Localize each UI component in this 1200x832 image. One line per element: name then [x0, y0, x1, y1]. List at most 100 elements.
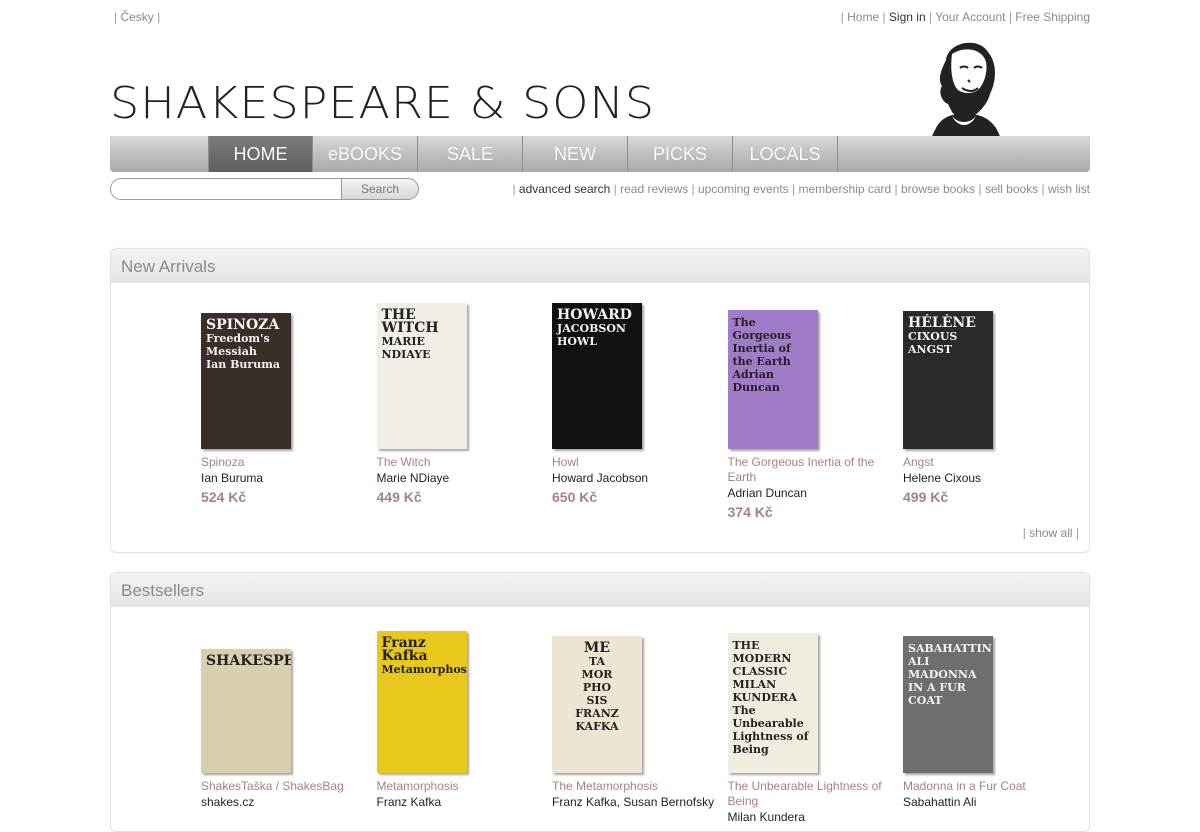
book-cover-image[interactable]: Franz KafkaMetamorphosis [376, 631, 467, 773]
cover-line: MARIE NDIAYE [381, 335, 431, 361]
cover-text: SABAHATTIN ALI MADONNA IN A FUR COAT [903, 636, 993, 713]
cover-line: Franz Kafka [381, 635, 428, 664]
read-reviews-link[interactable]: read reviews [620, 182, 688, 196]
book-item: SABAHATTIN ALI MADONNA IN A FUR COAT Madon… [903, 625, 1079, 825]
cover-slot: Franz KafkaMetamorphosis [376, 625, 553, 773]
language-link[interactable]: Česky [120, 10, 153, 24]
show-all-link[interactable]: show all [1029, 526, 1072, 540]
book-cover-image[interactable]: SABAHATTIN ALI MADONNA IN A FUR COAT [903, 636, 993, 773]
cover-slot: HÉLÈNE CIXOUS ANGST [903, 301, 1079, 449]
cover-line: TA [588, 655, 606, 668]
cover-line: SPINOZA [206, 317, 280, 333]
nav-ebooks[interactable]: eBOOKS [313, 136, 418, 172]
book-cover-image[interactable]: SPINOZA Freedom's Messiah Ian Buruma [201, 313, 291, 449]
book-author: Milan Kundera [727, 810, 805, 824]
book-author: Howard Jacobson [552, 471, 649, 485]
cover-line: The Unbearable [732, 704, 804, 730]
site-logo-text[interactable]: SHAKESPEARE & SONS [110, 81, 655, 125]
book-item: ME TA MOR PHO SIS FRANZ KAFKA The Metamorphosi… [552, 625, 728, 825]
free-shipping-link[interactable]: Free Shipping [1015, 10, 1090, 24]
new-arrivals-heading: New Arrivals [111, 249, 1089, 283]
advanced-search-link[interactable]: advanced search [519, 182, 610, 196]
show-all-bar: | show all | [1023, 526, 1079, 540]
nav-picks[interactable]: PICKS [628, 136, 733, 172]
sign-in-link[interactable]: Sign in [889, 10, 926, 24]
cover-text: ME TA MOR PHO SIS FRANZ KAFKA [552, 636, 642, 739]
book-item: THE WITCH MARIE NDIAYE The Witch Marie NDia… [376, 301, 553, 520]
book-author: Marie NDiaye [376, 471, 450, 485]
book-item: THE MODERN CLASSIC MILAN KUNDERA The Unbear… [727, 625, 904, 825]
search-button[interactable]: Search [341, 178, 419, 200]
cover-line: ANGST [908, 343, 953, 356]
cover-slot: THE MODERN CLASSIC MILAN KUNDERA The Unbear… [727, 625, 904, 773]
cover-line: FRANZ KAFKA [575, 707, 619, 733]
upcoming-events-link[interactable]: upcoming events [698, 182, 789, 196]
cover-line: THE WITCH [381, 307, 439, 336]
cover-line: JACOBSON [557, 322, 626, 335]
separator: | [925, 10, 936, 24]
book-title-link[interactable]: The Witch [377, 455, 553, 470]
bestsellers-list: SHAKESPEARE ShakesTaška / ShakesBagshakes… [201, 625, 1079, 825]
book-cover-image[interactable]: THE MODERN CLASSIC MILAN KUNDERA The Unbear… [727, 633, 818, 773]
nav-locals[interactable]: LOCALS [733, 136, 838, 172]
book-title-link[interactable]: The Metamorphosis [552, 779, 728, 794]
browse-books-link[interactable]: browse books [901, 182, 975, 196]
nav-new[interactable]: NEW [523, 136, 628, 172]
your-account-link[interactable]: Your Account [935, 10, 1005, 24]
book-title-link[interactable]: Spinoza [201, 455, 377, 470]
cover-text: HOWARD JACOBSON HOWL [552, 303, 642, 354]
separator: | [975, 182, 985, 196]
cover-slot: SHAKESPEARE [201, 625, 377, 773]
cover-line: HOWARD [557, 307, 632, 323]
book-title-link[interactable]: ShakesTaška / ShakesBag [201, 779, 377, 794]
nav-sale[interactable]: SALE [418, 136, 523, 172]
sell-books-link[interactable]: sell books [985, 182, 1038, 196]
book-cover-image[interactable]: HÉLÈNE CIXOUS ANGST [903, 311, 993, 449]
cover-text: THE MODERN CLASSIC MILAN KUNDERA The Unbear… [728, 633, 818, 762]
cover-text: SHAKESPEARE [201, 649, 291, 674]
main-navigation: HOME eBOOKS SALE NEW PICKS LOCALS [110, 136, 1090, 172]
book-author: shakes.cz [201, 795, 255, 809]
cover-line: Being [732, 743, 769, 756]
membership-card-link[interactable]: membership card [798, 182, 891, 196]
cover-line: ME [583, 640, 611, 656]
book-item: HOWARD JACOBSON HOWL Howl Howard Jacobson 650… [552, 301, 728, 520]
home-link[interactable]: Home [847, 10, 879, 24]
cover-line: SHAKESPEARE [206, 653, 291, 669]
separator: | [688, 182, 698, 196]
book-cover-image[interactable]: THE WITCH MARIE NDIAYE [376, 303, 467, 449]
book-cover-image[interactable]: SHAKESPEARE [201, 649, 291, 773]
book-author: Ian Buruma [201, 471, 264, 485]
cover-text: SPINOZA Freedom's Messiah Ian Buruma [201, 313, 291, 377]
book-cover-image[interactable]: HOWARD JACOBSON HOWL [552, 303, 642, 449]
book-title-link[interactable]: Madonna in a Fur Coat [903, 779, 1079, 794]
book-title-link[interactable]: Howl [552, 455, 728, 470]
separator: | [879, 10, 889, 24]
separator: | [610, 182, 621, 196]
book-author: Franz Kafka, Susan Bernofsky [552, 795, 715, 809]
separator: | [788, 182, 799, 196]
wish-list-link[interactable]: wish list [1048, 182, 1090, 196]
cover-line: Lightness of [732, 730, 809, 743]
book-cover-image[interactable]: ME TA MOR PHO SIS FRANZ KAFKA [552, 636, 642, 773]
cover-slot: SPINOZA Freedom's Messiah Ian Buruma [201, 301, 377, 449]
book-cover-image[interactable]: The Gorgeous Inertia of the Earth Adrian D… [727, 310, 818, 449]
book-title-link[interactable]: The Gorgeous Inertia of the Earth [728, 455, 904, 485]
book-item: SHAKESPEARE ShakesTaška / ShakesBagshakes… [201, 625, 377, 825]
book-title-link[interactable]: Metamorphosis [377, 779, 553, 794]
separator: | [1072, 526, 1079, 540]
book-title-link[interactable]: Angst [903, 455, 1079, 470]
search-input[interactable] [110, 178, 342, 200]
book-price: 524 Kč [201, 489, 247, 505]
cover-line: SIS [586, 694, 608, 707]
book-title-link[interactable]: The Unbearable Lightness of Being [728, 779, 904, 809]
cover-line: HÉLÈNE [908, 315, 976, 331]
book-author: Helene Cixous [903, 471, 982, 485]
nav-home[interactable]: HOME [208, 136, 313, 172]
book-price: 499 Kč [903, 489, 949, 505]
cover-line: SABAHATTIN ALI [908, 642, 992, 668]
cover-line: Freedom's Messiah [206, 332, 270, 358]
secondary-links: | advanced search | read reviews | upcom… [512, 182, 1090, 196]
new-arrivals-list: SPINOZA Freedom's Messiah Ian Buruma Spinoz… [201, 301, 1079, 520]
cover-line: MILAN [732, 678, 777, 691]
